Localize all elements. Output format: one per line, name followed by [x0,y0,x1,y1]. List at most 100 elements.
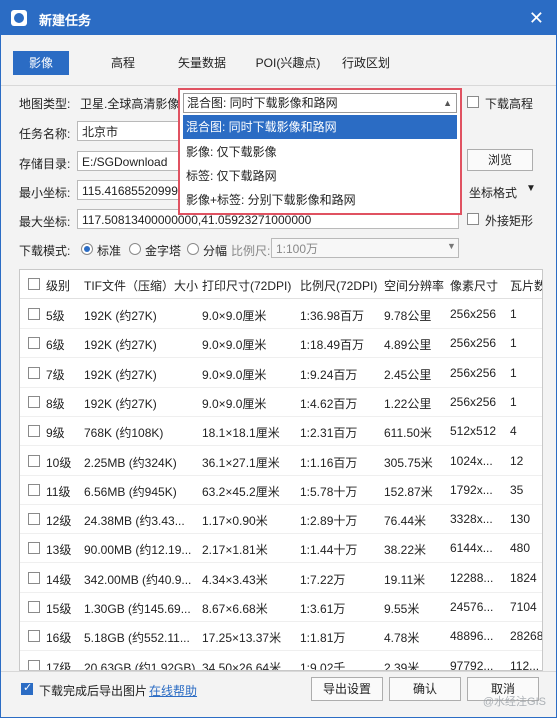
map-type-select[interactable]: 混合图: 同时下载影像和路网 ▲ [183,93,457,113]
table-row[interactable]: 10级 2.25MB (约324K) 36.1×27.1厘米 1:1.16百万 305.… [20,446,542,476]
table-row[interactable]: 15级 1.30GB (约145.69... 8.67×6.68米 1:3.61万 9.… [20,592,542,622]
close-icon[interactable]: ✕ [529,8,544,29]
mode-sheet-radio[interactable] [187,243,199,255]
cell-scale: 1:4.62百万 [300,396,358,411]
row-checkbox[interactable] [28,337,40,350]
cell-resolution: 611.50米 [384,426,432,441]
app-logo-icon [11,10,27,26]
row-checkbox[interactable] [28,601,40,613]
option-mixed[interactable]: 混合图: 同时下载影像和路网 [183,115,457,139]
row-checkbox[interactable] [28,571,40,584]
table-row[interactable]: 6级 192K (约27K) 9.0×9.0厘米 1:18.49百万 4.89公里 256… [20,328,542,359]
cell-tif-size: 6.56MB (约945K) [84,484,177,499]
header-tile-count[interactable]: 瓦片数 [510,277,542,294]
task-name-input[interactable]: 北京市 [77,121,179,141]
cell-tile-count: 480 [510,541,531,556]
option-imagery-plus-labels[interactable]: 影像+标签: 分别下载影像和路网 [183,188,457,212]
table-row[interactable]: 5级 192K (约27K) 9.0×9.0厘米 1:36.98百万 9.78公里 256… [20,299,542,329]
mode-pyramid-radio[interactable] [129,243,141,255]
row-checkbox[interactable] [28,513,40,526]
table-row[interactable]: 12级 24.38MB (约3.43... 1.17×0.90米 1:2.89十万 76… [20,504,542,535]
cell-scale: 1:9.24百万 [300,367,358,382]
row-checkbox[interactable] [28,425,40,438]
cell-pixel-size: 1024x... [450,453,493,468]
cell-scale: 1:7.22万 [300,572,346,587]
header-resolution[interactable]: 空间分辨率 [384,277,446,294]
mode-standard-radio[interactable] [81,243,93,255]
cell-tif-size: 5.18GB (约552.11... [84,631,190,646]
cell-pixel-size: 256x256 [450,394,497,409]
cell-print-size: 36.1×27.1厘米 [202,455,280,470]
option-imagery-only[interactable]: 影像: 仅下载影像 [183,140,457,164]
cell-print-size: 9.0×9.0厘米 [202,396,267,411]
map-type-selected-value: 混合图: 同时下载影像和路网 [187,96,338,110]
row-checkbox[interactable] [28,366,40,379]
table-row[interactable]: 16级 5.18GB (约552.11... 17.25×13.37米 1:1.81万… [20,621,542,652]
cell-resolution: 4.78米 [384,631,420,646]
dialog-title: 新建任务 [39,13,92,28]
map-type-value[interactable]: 卫星.全球高清影像 [80,95,179,112]
row-checkbox[interactable] [28,542,40,555]
cell-resolution: 2.45公里 [384,367,432,382]
coord-format-label[interactable]: 坐标格式 [469,184,517,201]
select-all-checkbox[interactable] [28,278,40,290]
cell-tile-count: 35 [510,482,524,497]
cell-tif-size: 192K (约27K) [84,396,157,411]
min-coord-label: 最小坐标: [19,186,71,200]
tab-vector[interactable]: 矢量数据 [169,51,235,75]
row-checkbox[interactable] [28,308,40,320]
header-print-size[interactable]: 打印尺寸(72DPI) [202,277,296,294]
row-checkbox[interactable] [28,630,40,643]
online-help-link[interactable]: 在线帮助 [149,682,197,699]
ok-button[interactable]: 确认 [389,677,461,701]
table-row[interactable]: 7级 192K (约27K) 9.0×9.0厘米 1:9.24百万 2.45公里 256x… [20,358,542,388]
min-coord-input[interactable]: 115.41685520999 [77,180,179,200]
scale-chevron-down-icon[interactable]: ▼ [447,241,456,251]
header-level[interactable]: 级别 [46,277,82,294]
cell-resolution: 38.22米 [384,543,427,558]
header-tif-size[interactable]: TIF文件（压缩）大小 [84,277,200,294]
header-pixel-size[interactable]: 像素尺寸 [450,277,508,294]
table-row[interactable]: 14级 342.00MB (约40.9... 4.34×3.43米 1:7.22万 19… [20,563,542,593]
map-type-dropdown[interactable]: 混合图: 同时下载影像和路网 ▲ 混合图: 同时下载影像和路网 影像: 仅下载影… [178,88,462,215]
table-row[interactable]: 9级 768K (约108K) 18.1×18.1厘米 1:2.31百万 611.50米… [20,416,542,447]
browse-button[interactable]: 浏览 [467,149,533,171]
scale-select[interactable]: 1:100万 [271,238,459,258]
table-row[interactable]: 8级 192K (约27K) 9.0×9.0厘米 1:4.62百万 1.22公里 256x… [20,387,542,417]
cell-pixel-size: 48896... [450,629,494,644]
cell-level: 12级 [46,514,72,529]
row-checkbox[interactable] [28,454,40,467]
download-elevation-checkbox[interactable] [467,96,479,108]
cell-resolution: 2.39米 [384,660,420,671]
coord-format-dropdown-icon[interactable]: ▼ [526,183,536,194]
cell-scale: 1:5.78十万 [300,484,358,499]
storage-dir-input[interactable]: E:/SGDownload [77,151,179,171]
scale-label: 比例尺: [231,244,271,258]
tab-admin-division[interactable]: 行政区划 [335,51,397,75]
tab-poi[interactable]: POI(兴趣点) [245,51,331,75]
table-row[interactable]: 11级 6.56MB (约945K) 63.2×45.2厘米 1:5.78十万 152.… [20,475,542,505]
level-table: 级别 TIF文件（压缩）大小 打印尺寸(72DPI) 比例尺(72DPI) 空间… [19,269,543,671]
export-settings-button[interactable]: 导出设置 [311,677,383,701]
outer-rect-checkbox[interactable] [467,213,479,225]
cell-level: 16级 [46,631,72,646]
tab-imagery[interactable]: 影像 [13,51,69,75]
row-checkbox[interactable] [28,483,40,496]
table-row[interactable]: 13级 90.00MB (约12.19... 2.17×1.81米 1:1.44十万 3… [20,533,542,564]
cell-print-size: 17.25×13.37米 [202,631,282,646]
export-after-download-checkbox[interactable] [21,681,33,695]
row-checkbox[interactable] [28,395,40,408]
chevron-up-icon[interactable]: ▲ [443,94,452,112]
row-checkbox[interactable] [28,659,40,670]
table-row[interactable]: 17级 20.63GB (约1.92GB) 34.50×26.64米 1:9.02千 2… [20,651,542,671]
cell-tif-size: 192K (约27K) [84,309,157,323]
cell-scale: 1:1.16百万 [300,455,358,470]
header-scale[interactable]: 比例尺(72DPI) [300,277,382,294]
tab-elevation[interactable]: 高程 [97,51,149,75]
cell-scale: 1:9.02千 [300,660,346,671]
cell-resolution: 4.89公里 [384,338,432,353]
cell-resolution: 19.11米 [384,572,426,587]
cell-print-size: 1.17×0.90米 [202,514,268,529]
option-labels-only[interactable]: 标签: 仅下载路网 [183,164,457,188]
title-bar[interactable]: 新建任务 ✕ [1,1,556,35]
